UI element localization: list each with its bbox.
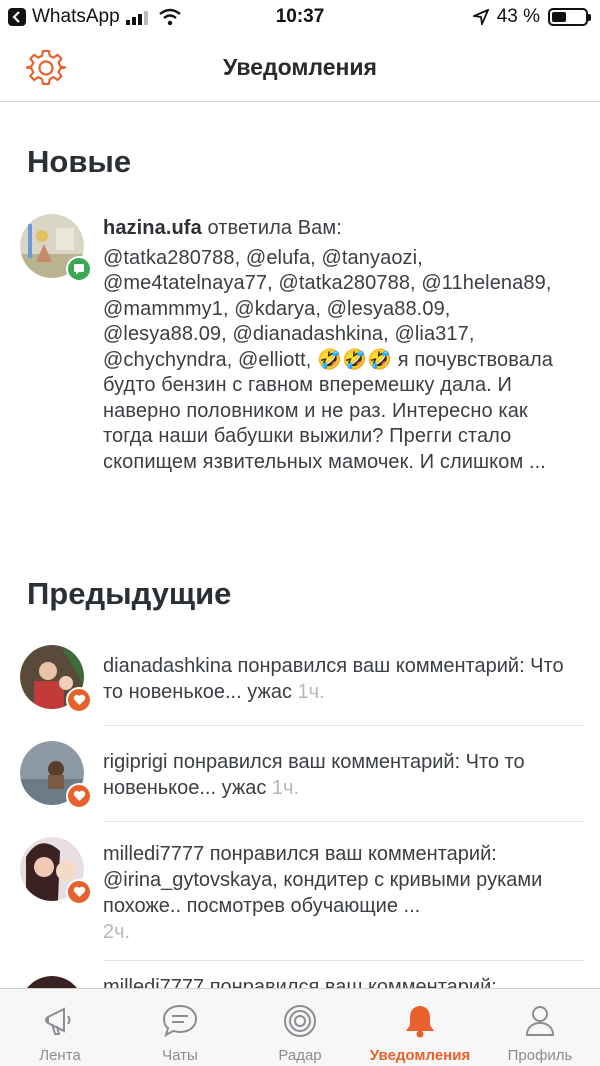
battery-level [552,12,566,22]
tab-label: Профиль [507,1047,573,1064]
tab-label: Лента [39,1047,81,1064]
megaphone-icon [40,1001,80,1041]
avatar[interactable] [20,645,92,713]
notification-time: 2ч. [103,921,131,943]
notification-body: @tatka280788, @elufa, @tanyaozi, @me4tat… [103,246,553,473]
section-title-previous: Предыдущие [27,576,232,611]
section-title-new: Новые [27,144,132,179]
avatar[interactable] [20,976,84,988]
battery-percent: 43 % [496,6,540,27]
back-app-label: WhatsApp [32,6,120,27]
notification-text: hazina.ufa ответила Вам: @tatka280788, @… [103,216,573,475]
avatar[interactable] [20,214,92,282]
notification-text: milledi7777 понравился ваш комментарий: [103,974,573,988]
tab-label: Уведомления [369,1047,471,1064]
avatar[interactable] [20,741,92,809]
notification-text: dianadashkina понравился ваш комментарий… [103,653,573,705]
radar-icon [280,1001,320,1041]
battery-icon [548,8,591,26]
avatar[interactable] [20,837,92,905]
tab-label: Радар [278,1047,322,1064]
notification-text: rigiprigi понравился ваш комментарий: Чт… [103,749,573,801]
divider [103,821,584,822]
profile-icon [520,1001,560,1041]
wifi-icon [158,8,181,26]
back-to-app[interactable]: WhatsApp [8,6,182,28]
avatar-image [20,976,84,988]
chat-icon [160,1001,200,1041]
nav-header: Уведомления [0,34,600,102]
tab-radar[interactable]: Радар [240,989,360,1066]
page-title: Уведомления [223,54,377,80]
tab-profile[interactable]: Профиль [480,989,600,1066]
notification-action: ответила Вам: [201,217,342,239]
list-item[interactable]: milledi7777 понравился ваш комментарий: [0,974,600,988]
notification-body: milledi7777 понравился ваш комментарий: … [103,843,543,917]
back-arrow-icon [8,8,26,26]
signal-icon [125,11,148,25]
tab-bar: Лента Чаты Радар Уведомления Профиль [0,988,600,1066]
heart-badge-icon [66,687,92,713]
location-arrow-icon [472,9,489,25]
notification-text: milledi7777 понравился ваш комментарий: … [103,841,573,945]
heart-badge-icon [66,783,92,809]
status-bar: WhatsApp 10:37 43 % [0,0,600,34]
divider [103,725,584,726]
tab-chats[interactable]: Чаты [120,989,240,1066]
tab-feed[interactable]: Лента [0,989,120,1066]
notification-body: milledi7777 понравился ваш комментарий: [103,976,497,988]
bell-icon [400,1001,440,1041]
notification-time: 1ч. [271,777,300,799]
notification-body: dianadashkina понравился ваш комментарий… [103,655,564,703]
divider [103,960,584,961]
notification-time: 1ч. [297,681,325,703]
notification-body: rigiprigi понравился ваш комментарий: Чт… [103,751,525,799]
comment-badge-icon [66,256,92,282]
notification-username[interactable]: hazina.ufa [103,217,202,239]
tab-notifications[interactable]: Уведомления [360,989,480,1066]
heart-badge-icon [66,879,92,905]
tab-label: Чаты [162,1047,198,1064]
